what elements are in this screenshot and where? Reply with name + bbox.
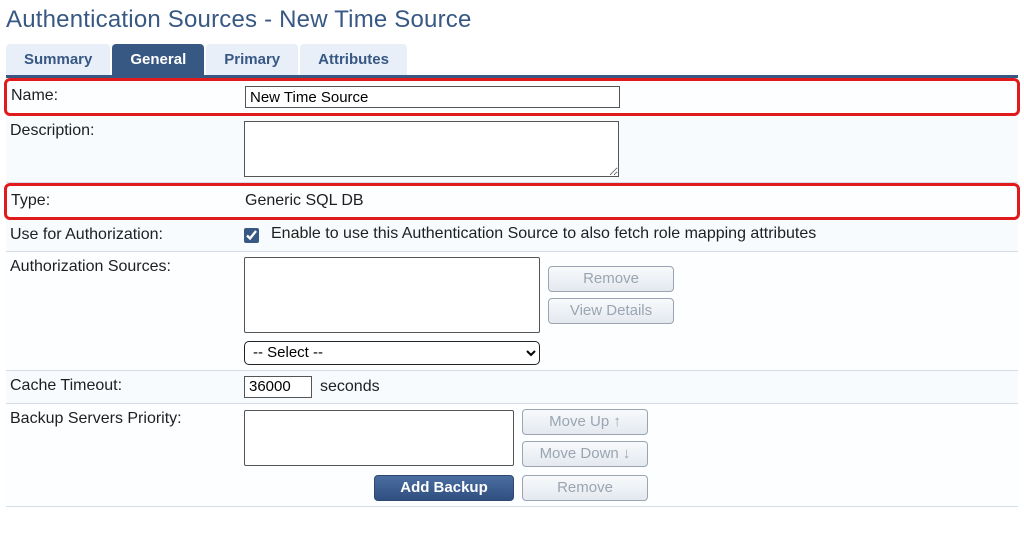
use-for-auth-checkbox[interactable] [244,228,259,243]
cache-timeout-label: Cache Timeout: [6,371,238,402]
row-description: Description: [6,116,1018,183]
backup-listbox[interactable] [244,410,514,466]
remove-auth-source-button[interactable]: Remove [548,266,674,292]
tab-general[interactable]: General [112,44,204,75]
move-up-button[interactable]: Move Up ↑ [522,409,648,435]
row-authorization-sources: Authorization Sources: Remove View Detai… [6,252,1018,371]
page-title: Authentication Sources - New Time Source [6,6,1018,34]
tab-primary[interactable]: Primary [206,44,298,75]
name-label: Name: [7,81,239,112]
row-type: Type: Generic SQL DB [4,183,1020,220]
backup-label: Backup Servers Priority: [6,404,238,435]
tab-summary[interactable]: Summary [6,44,110,75]
name-input[interactable] [245,86,620,108]
auth-sources-label: Authorization Sources: [6,252,238,283]
tabs: Summary General Primary Attributes [6,44,1018,78]
type-label: Type: [7,186,239,217]
auth-sources-select[interactable]: -- Select -- [244,341,540,365]
tab-attributes[interactable]: Attributes [300,44,407,75]
row-cache-timeout: Cache Timeout: seconds [6,371,1018,404]
use-for-auth-label: Use for Authorization: [6,220,238,251]
form-body: Name: Description: Type: Generic SQL DB … [6,78,1018,507]
cache-timeout-units: seconds [320,378,380,396]
row-use-for-authorization: Use for Authorization: Enable to use thi… [6,220,1018,252]
row-backup-servers: Backup Servers Priority: Move Up ↑ Move … [6,404,1018,507]
description-textarea[interactable] [244,121,619,177]
type-value: Generic SQL DB [245,191,364,210]
description-label: Description: [6,116,238,147]
auth-sources-listbox[interactable] [244,257,540,333]
move-down-button[interactable]: Move Down ↓ [522,441,648,467]
cache-timeout-input[interactable] [244,376,312,398]
remove-backup-button[interactable]: Remove [522,475,648,501]
row-name: Name: [4,78,1020,116]
add-backup-button[interactable]: Add Backup [374,475,514,501]
use-for-auth-text: Enable to use this Authentication Source… [271,225,816,243]
view-details-button[interactable]: View Details [548,298,674,324]
